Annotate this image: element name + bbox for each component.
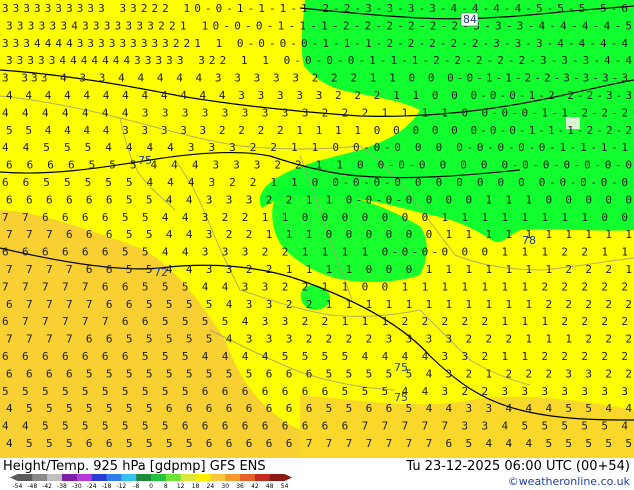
scale-label: -42 bbox=[42, 483, 52, 490]
temperature-row: 7 7 7 7 6 6 5 5 5 5 5 4 3 3 3 2 2 2 2 3 … bbox=[6, 333, 632, 346]
scale-label: 36 bbox=[236, 483, 244, 490]
scale-swatch bbox=[151, 474, 167, 481]
scale-swatch bbox=[91, 474, 107, 481]
scale-swatch bbox=[210, 474, 226, 481]
temperature-row: 6 7 7 7 7 6 6 5 5 5 5 4 3 3 2 2 1 1 1 1 … bbox=[6, 298, 632, 311]
scale-swatch bbox=[47, 474, 63, 481]
temperature-row: 6 6 6 6 5 5 5 5 5 5 5 5 5 6 6 6 5 5 5 5 … bbox=[6, 367, 632, 380]
temperature-row: 4 4 4 4 4 4 4 3 3 3 3 3 3 3 3 3 2 2 2 1 … bbox=[2, 106, 628, 119]
scale-swatch bbox=[17, 474, 33, 481]
contour-label-75-southeast: 75 bbox=[394, 391, 408, 404]
temperature-row: 6 6 6 6 6 6 5 5 4 4 3 3 3 2 2 1 1 1 1 0-… bbox=[2, 246, 628, 259]
footer-bar: Height/Temp. 925 hPa [gdpmp] GFS ENS Tu … bbox=[0, 458, 634, 490]
temperature-row: 5 5 5 5 5 5 5 5 5 5 6 6 6 6 6 6 6 5 5 5 … bbox=[2, 385, 628, 398]
scale-swatch bbox=[76, 474, 92, 481]
scale-label: -18 bbox=[101, 483, 112, 490]
temperature-row: 7 7 6 6 6 6 5 5 4 4 3 2 2 1 1 0 0 0 0 0 … bbox=[2, 211, 628, 224]
temperature-row: 6 6 6 6 6 6 6 5 5 5 4 4 4 4 5 5 5 5 4 4 … bbox=[2, 350, 628, 363]
scale-swatch bbox=[136, 474, 152, 481]
temperature-row: 6 7 7 7 7 7 6 6 5 5 5 5 4 3 3 2 2 1 1 1 … bbox=[2, 315, 628, 328]
color-scale-labels: -54 -48 -42 -38 -30 -24 -18 -12 -8 0 8 12 18 24 30 36 42… bbox=[10, 483, 292, 490]
temperature-map: 3333333333 33222 10-0-1-1-1-1-2-2-3-3-3-… bbox=[0, 0, 634, 458]
scale-label: 18 bbox=[191, 483, 200, 490]
scale-label: 42 bbox=[251, 483, 259, 490]
scale-label: -12 bbox=[116, 483, 127, 490]
scale-label: -8 bbox=[133, 483, 140, 490]
temperature-row: 6 6 6 6 5 5 5 4 4 4 3 3 3 2 2 1 1 0 0-0-… bbox=[6, 159, 632, 172]
contour-label-78: 78 bbox=[522, 234, 536, 247]
scale-label: 24 bbox=[206, 483, 215, 490]
contour-label-75-south: 75 bbox=[394, 361, 408, 374]
scale-label: 30 bbox=[221, 483, 230, 490]
color-scale bbox=[10, 474, 292, 481]
scale-label: -24 bbox=[86, 483, 97, 490]
weather-map-window: 3333333333 33222 10-0-1-1-1-1-2-2-3-3-3-… bbox=[0, 0, 634, 490]
scale-swatch bbox=[165, 474, 181, 481]
scale-swatch bbox=[254, 474, 271, 481]
map-title: Height/Temp. 925 hPa [gdpmp] GFS ENS bbox=[3, 459, 266, 474]
scale-label: -48 bbox=[27, 483, 38, 490]
scale-swatch bbox=[32, 474, 48, 481]
scale-swatch bbox=[225, 474, 241, 481]
temperature-row: 4 4 5 5 5 5 5 5 5 6 6 6 6 6 6 6 6 6 7 7 … bbox=[2, 420, 628, 433]
scale-label: -38 bbox=[57, 483, 67, 490]
temperature-row: 4 5 5 5 6 6 5 5 5 5 6 6 6 6 6 7 7 7 7 7 … bbox=[6, 437, 632, 450]
scale-label: -30 bbox=[71, 483, 82, 490]
scale-swatch bbox=[121, 474, 137, 481]
valid-time: Tu 23-12-2025 06:00 UTC (00+54) bbox=[406, 459, 630, 474]
scale-arrow-right bbox=[284, 474, 292, 481]
scale-label: 0 bbox=[149, 483, 153, 490]
scale-label: 8 bbox=[163, 483, 168, 490]
scale-label: 12 bbox=[176, 483, 185, 490]
scale-label: 48 bbox=[265, 483, 274, 490]
temperature-row: 7 7 7 6 6 6 5 5 4 4 3 2 2 1 1 1 0 0 0 0 … bbox=[6, 228, 632, 241]
contour-label-72: 72 bbox=[154, 266, 168, 279]
scale-arrow-left bbox=[10, 474, 18, 481]
temperature-row: 6 6 6 6 6 6 5 5 4 4 3 3 3 2 2 1 1 0-0-0-… bbox=[6, 193, 632, 206]
scale-label: -54 bbox=[12, 483, 23, 490]
temperature-row: 4 4 5 5 5 4 4 4 4 3 3 3 2 2 1 1 0 0-0-0 … bbox=[2, 141, 628, 154]
scale-swatch bbox=[269, 474, 285, 481]
scale-swatch bbox=[180, 474, 196, 481]
scale-swatch bbox=[195, 474, 211, 481]
scale-swatch bbox=[240, 474, 256, 481]
contour-label-84: 84 bbox=[463, 13, 477, 26]
temperature-row: 7 7 7 7 7 6 6 5 5 5 4 4 3 3 2 2 1 1 0 0 … bbox=[2, 280, 628, 293]
scale-swatch bbox=[106, 474, 122, 481]
temperature-row: 4 5 5 5 5 5 5 5 6 6 6 6 6 6 6 6 5 5 6 6 … bbox=[6, 402, 632, 415]
scale-label: 54 bbox=[280, 483, 289, 490]
temperature-row: 7 7 7 7 6 6 5 5 4 4 3 3 2 2 1 1 1 1 0 0 … bbox=[6, 263, 632, 276]
contour-label-75-west: 75 bbox=[138, 154, 152, 167]
scale-swatch bbox=[61, 474, 78, 481]
temperature-row: 6 6 5 5 5 5 5 4 4 4 3 2 2 1 1 0 0-0-0-0 … bbox=[2, 176, 628, 189]
copyright: ©weatheronline.co.uk bbox=[507, 475, 630, 488]
